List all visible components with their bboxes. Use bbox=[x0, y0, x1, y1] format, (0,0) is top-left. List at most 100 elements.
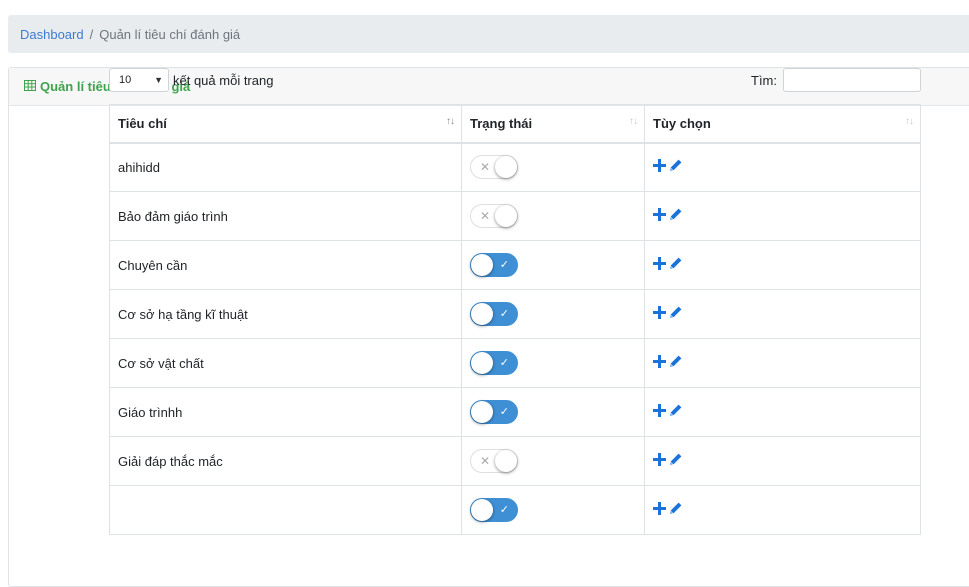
pencil-icon[interactable] bbox=[669, 208, 682, 221]
column-header-options[interactable]: Tùy chọn ↑↓ bbox=[644, 104, 921, 144]
criteria-name-cell: Giáo trìnhh bbox=[109, 387, 462, 437]
search-input[interactable] bbox=[783, 68, 921, 92]
status-toggle[interactable]: ✓ bbox=[470, 253, 518, 277]
criteria-name-cell: ahihidd bbox=[109, 142, 462, 192]
options-cell bbox=[644, 289, 921, 339]
plus-icon[interactable] bbox=[653, 404, 666, 417]
status-toggle[interactable]: ✓ bbox=[470, 351, 518, 375]
breadcrumb-separator: / bbox=[89, 26, 94, 42]
plus-icon[interactable] bbox=[653, 502, 666, 515]
status-toggle[interactable]: ✕ bbox=[470, 204, 518, 228]
criteria-name: ahihidd bbox=[118, 159, 160, 175]
table-icon bbox=[24, 79, 36, 94]
pencil-icon[interactable] bbox=[669, 355, 682, 368]
plus-icon[interactable] bbox=[653, 355, 666, 368]
x-icon: ✕ bbox=[480, 160, 491, 175]
check-icon: ✓ bbox=[499, 308, 509, 320]
plus-icon[interactable] bbox=[653, 208, 666, 221]
toggle-knob bbox=[471, 254, 493, 276]
status-cell: ✕ bbox=[461, 191, 645, 241]
criteria-name-cell: Cơ sở hạ tầng kĩ thuật bbox=[109, 289, 462, 339]
toggle-knob bbox=[495, 450, 517, 472]
chevron-down-icon: ▼ bbox=[154, 75, 163, 85]
criteria-name-cell: Bảo đảm giáo trình bbox=[109, 191, 462, 241]
page-length-label: kết quả mỗi trang bbox=[173, 72, 274, 88]
table-row: ✓ bbox=[109, 485, 921, 535]
row-actions bbox=[653, 502, 682, 515]
search-label: Tìm: bbox=[751, 72, 777, 88]
column-header-status[interactable]: Trạng thái ↑↓ bbox=[461, 104, 645, 144]
plus-icon[interactable] bbox=[653, 257, 666, 270]
plus-icon[interactable] bbox=[653, 159, 666, 173]
pencil-icon[interactable] bbox=[669, 257, 682, 270]
pencil-icon[interactable] bbox=[669, 404, 682, 417]
page-length-select[interactable]: 10 ▼ bbox=[109, 68, 169, 92]
toggle-knob bbox=[471, 499, 493, 521]
column-header-label: Tùy chọn bbox=[653, 115, 711, 131]
table-row: Cơ sở hạ tầng kĩ thuật ✓ bbox=[109, 289, 921, 339]
options-cell bbox=[644, 338, 921, 388]
breadcrumb-current: Quản lí tiêu chí đánh giá bbox=[99, 26, 241, 42]
check-icon: ✓ bbox=[499, 504, 509, 516]
options-cell bbox=[644, 191, 921, 241]
options-cell bbox=[644, 142, 921, 192]
row-actions bbox=[653, 159, 682, 173]
table-row: Bảo đảm giáo trình ✕ bbox=[109, 191, 921, 241]
options-cell bbox=[644, 485, 921, 535]
sort-icon: ↑↓ bbox=[905, 116, 914, 127]
criteria-name: Bảo đảm giáo trình bbox=[118, 208, 228, 224]
column-header-criteria[interactable]: Tiêu chí ↑↓ bbox=[109, 104, 462, 144]
status-cell: ✕ bbox=[461, 142, 645, 192]
criteria-name: Chuyên cần bbox=[118, 257, 188, 273]
toggle-knob bbox=[495, 156, 517, 179]
plus-icon[interactable] bbox=[653, 306, 666, 319]
check-icon: ✓ bbox=[499, 259, 509, 271]
breadcrumb-dashboard-link[interactable]: Dashboard bbox=[20, 27, 84, 42]
status-toggle[interactable]: ✕ bbox=[470, 155, 518, 180]
toggle-knob bbox=[471, 401, 493, 423]
criteria-name: Cơ sở hạ tầng kĩ thuật bbox=[118, 306, 248, 322]
x-icon: ✕ bbox=[480, 454, 491, 468]
row-actions bbox=[653, 257, 682, 270]
toggle-knob bbox=[471, 303, 493, 325]
status-toggle[interactable]: ✓ bbox=[470, 302, 518, 326]
criteria-table: Tiêu chí ↑↓ Trạng thái ↑↓ Tùy chọn ↑↓ ah… bbox=[109, 104, 921, 535]
table-controls: 10 ▼ kết quả mỗi trang Tìm: bbox=[109, 68, 921, 92]
table-header-row: Tiêu chí ↑↓ Trạng thái ↑↓ Tùy chọn ↑↓ bbox=[109, 104, 921, 144]
pencil-icon[interactable] bbox=[669, 306, 682, 319]
criteria-name-cell: Giải đáp thắc mắc bbox=[109, 436, 462, 486]
status-cell: ✓ bbox=[461, 387, 645, 437]
pencil-icon[interactable] bbox=[669, 453, 682, 466]
row-actions bbox=[653, 355, 682, 368]
column-header-label: Tiêu chí bbox=[118, 115, 167, 131]
table-row: Chuyên cần ✓ bbox=[109, 240, 921, 290]
status-cell: ✓ bbox=[461, 240, 645, 290]
pencil-icon[interactable] bbox=[669, 159, 682, 172]
options-cell bbox=[644, 387, 921, 437]
pencil-icon[interactable] bbox=[669, 502, 682, 515]
toggle-knob bbox=[495, 205, 517, 227]
status-cell: ✓ bbox=[461, 289, 645, 339]
page-length-control: 10 ▼ kết quả mỗi trang bbox=[109, 68, 273, 92]
search-control: Tìm: bbox=[751, 68, 921, 92]
check-icon: ✓ bbox=[499, 406, 509, 418]
status-toggle[interactable]: ✓ bbox=[470, 400, 518, 424]
status-cell: ✕ bbox=[461, 436, 645, 486]
row-actions bbox=[653, 453, 682, 466]
status-toggle[interactable]: ✕ bbox=[470, 449, 518, 473]
status-cell: ✓ bbox=[461, 485, 645, 535]
options-cell bbox=[644, 240, 921, 290]
toggle-knob bbox=[471, 352, 493, 374]
table-body: ahihidd ✕ Bảo đảm giáo trình ✕ Chuyên cần ✓ Cơ… bbox=[109, 142, 921, 535]
criteria-name: Giáo trìnhh bbox=[118, 404, 183, 420]
criteria-name: Giải đáp thắc mắc bbox=[118, 453, 223, 469]
status-toggle[interactable]: ✓ bbox=[470, 498, 518, 522]
column-header-label: Trạng thái bbox=[470, 115, 533, 131]
options-cell bbox=[644, 436, 921, 486]
check-icon: ✓ bbox=[499, 357, 509, 369]
plus-icon[interactable] bbox=[653, 453, 666, 466]
row-actions bbox=[653, 306, 682, 319]
table-row: Giải đáp thắc mắc ✕ bbox=[109, 436, 921, 486]
criteria-name-cell: Cơ sở vật chất bbox=[109, 338, 462, 388]
criteria-name-cell bbox=[109, 485, 462, 535]
